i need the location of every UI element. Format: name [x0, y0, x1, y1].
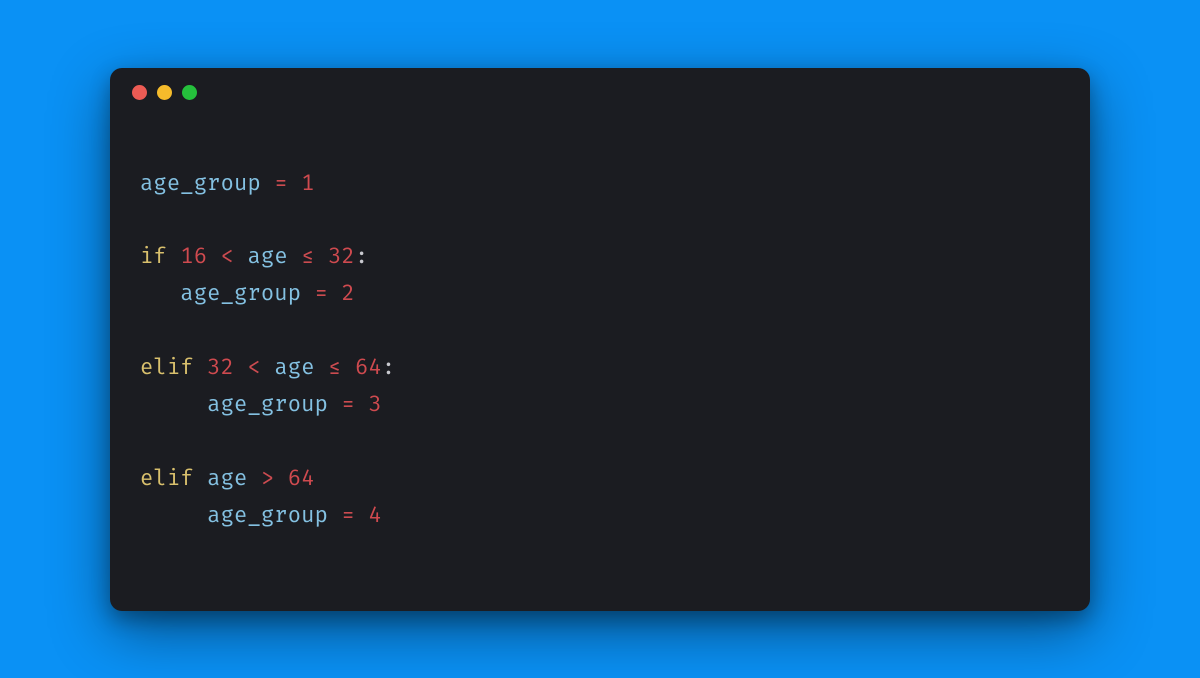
- code-token: ≤: [315, 354, 355, 381]
- code-line: [140, 313, 1060, 350]
- code-line: elif 32 < age ≤ 64:: [140, 350, 1060, 387]
- code-token: 32: [207, 354, 234, 381]
- code-token: :: [355, 243, 368, 270]
- code-token: age: [207, 465, 247, 492]
- maximize-icon[interactable]: [182, 85, 197, 100]
- code-token: [194, 354, 207, 381]
- code-token: 1: [301, 170, 314, 197]
- code-token: elif: [140, 354, 194, 381]
- code-token: age_group: [207, 391, 328, 418]
- code-token: [140, 391, 207, 418]
- code-token: [140, 502, 207, 529]
- code-token: 4: [368, 502, 381, 529]
- code-token: [140, 280, 180, 307]
- code-token: age_group: [140, 170, 261, 197]
- code-token: =: [301, 280, 341, 307]
- code-token: age: [247, 243, 287, 270]
- code-line: if 16 < age ≤ 32:: [140, 239, 1060, 276]
- minimize-icon[interactable]: [157, 85, 172, 100]
- code-line: age_group = 4: [140, 498, 1060, 535]
- code-token: =: [261, 170, 301, 197]
- code-token: :: [382, 354, 395, 381]
- code-token: 64: [355, 354, 382, 381]
- code-line: [140, 424, 1060, 461]
- code-area: age_group = 1 if 16 < age ≤ 32: age_grou…: [110, 118, 1090, 556]
- code-token: 32: [328, 243, 355, 270]
- close-icon[interactable]: [132, 85, 147, 100]
- titlebar: [110, 68, 1090, 118]
- code-token: <: [234, 354, 274, 381]
- code-line: [140, 202, 1060, 239]
- code-line: age_group = 1: [140, 166, 1060, 203]
- code-line: elif age > 64: [140, 461, 1060, 498]
- code-token: 64: [288, 465, 315, 492]
- code-token: age_group: [180, 280, 301, 307]
- code-token: =: [328, 391, 368, 418]
- code-token: [194, 465, 207, 492]
- code-token: age: [274, 354, 314, 381]
- code-token: [167, 243, 180, 270]
- code-token: ≤: [288, 243, 328, 270]
- code-token: <: [207, 243, 247, 270]
- code-editor-window: age_group = 1 if 16 < age ≤ 32: age_grou…: [110, 68, 1090, 611]
- code-token: 2: [341, 280, 354, 307]
- code-token: elif: [140, 465, 194, 492]
- code-token: age_group: [207, 502, 328, 529]
- code-line: age_group = 3: [140, 387, 1060, 424]
- code-line: age_group = 2: [140, 276, 1060, 313]
- code-token: 3: [368, 391, 381, 418]
- code-token: if: [140, 243, 167, 270]
- code-token: =: [328, 502, 368, 529]
- code-token: >: [247, 465, 287, 492]
- code-token: 16: [180, 243, 207, 270]
